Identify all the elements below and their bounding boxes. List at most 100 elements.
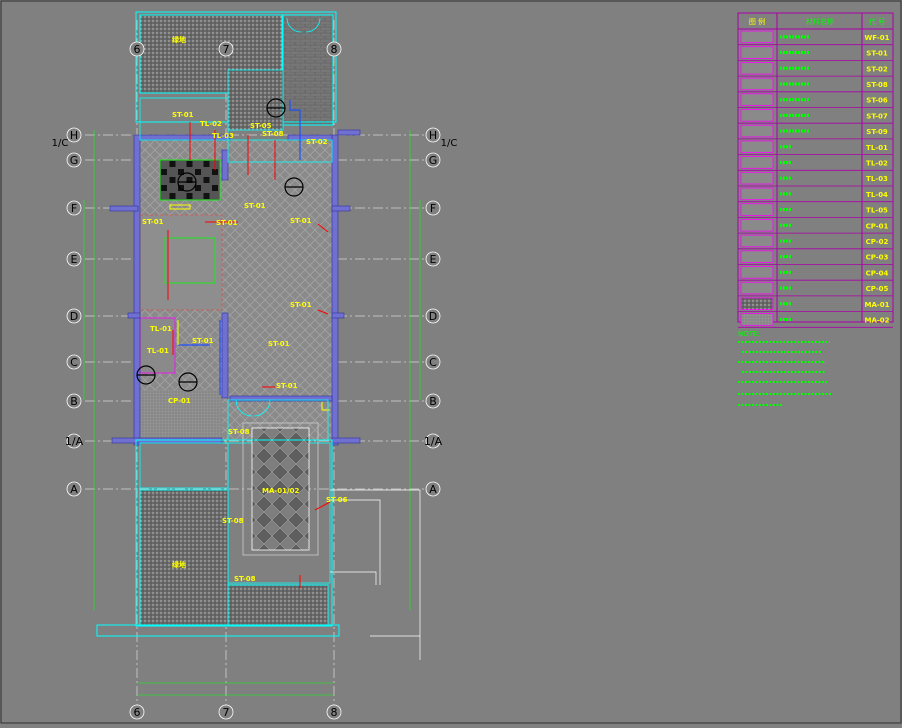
col-label-top-0: 6 xyxy=(134,43,141,56)
legend-row-10: TL-04 xyxy=(738,187,893,203)
legend-row-8: TL-02 xyxy=(738,156,893,171)
row-axis-left-5: D xyxy=(66,308,82,324)
col-label-top-2: 8 xyxy=(331,43,338,56)
col-axis-top-0: 6 xyxy=(129,41,145,57)
col-label-bottom-2: 8 xyxy=(331,706,338,719)
legend-row-3: ST-08 xyxy=(738,77,893,93)
row-axis-right-4: E xyxy=(425,251,441,267)
callout-st01-h: ST-01 xyxy=(192,337,214,345)
row-label-right-3: F xyxy=(430,202,436,215)
col-axis-bottom-0: 6 xyxy=(129,704,145,720)
legend-code: MA-02 xyxy=(864,316,889,324)
callout-cp01: CP-01 xyxy=(168,397,191,405)
notes-lines xyxy=(738,341,832,406)
legend-swatch xyxy=(740,297,774,310)
callout-st01-f: ST-01 xyxy=(290,301,312,309)
legend-code: WF-01 xyxy=(865,34,890,42)
legend-header-pattern: 图 例 xyxy=(749,17,765,26)
row-axis-right-6: C xyxy=(425,354,441,370)
row-label-left-7: B xyxy=(70,395,78,408)
callout-st05: ST-05 xyxy=(250,122,272,130)
legend-swatch xyxy=(740,203,774,216)
bottom-frame xyxy=(96,624,340,637)
legend-code: TL-02 xyxy=(866,159,888,167)
legend-code: TL-03 xyxy=(866,175,888,183)
bottom-yard-label: 绿地 xyxy=(172,560,186,569)
row-axis-left-3: F xyxy=(66,200,82,216)
row-axis-labels-left: H1/CG F E D C B 1/A A xyxy=(52,127,84,497)
legend-code: TL-05 xyxy=(866,207,888,215)
row-label-left-2: G xyxy=(70,154,79,167)
row-label-left-0: H xyxy=(70,129,78,142)
row-axis-right-5: D xyxy=(425,308,441,324)
legend-swatch xyxy=(740,250,774,263)
stair-zone xyxy=(139,214,223,311)
row-axis-left-8: 1/A xyxy=(65,433,84,449)
callout-tl02: TL-02 xyxy=(200,120,222,128)
callout-ma0102: MA-01/02 xyxy=(262,487,299,495)
callout-tl03: TL-03 xyxy=(212,132,234,140)
callout-st08-d: ST-08 xyxy=(234,575,256,583)
legend-swatch xyxy=(740,234,774,248)
callout-st01-e: ST-01 xyxy=(290,217,312,225)
legend-row-2: ST-02 xyxy=(738,62,893,77)
legend-code: ST-09 xyxy=(866,128,888,136)
callout-tl01-b: TL-01 xyxy=(147,347,169,355)
legend-row-11: TL-05 xyxy=(738,203,893,218)
row-axis-left-7: B xyxy=(66,393,82,409)
row-axis-left-1: 1/C xyxy=(52,138,69,149)
kitchen-tiles xyxy=(161,161,218,199)
col-label-top-1: 7 xyxy=(223,43,230,56)
row-axis-right-9: A xyxy=(425,481,441,497)
legend-code: TL-04 xyxy=(866,191,888,199)
callout-st01-i: ST-01 xyxy=(276,382,298,390)
col-axis-bottom-1: 7 xyxy=(218,704,234,720)
legend-swatch xyxy=(740,156,774,169)
notes-title: NOTE: xyxy=(738,330,760,338)
row-label-right-5: D xyxy=(429,310,437,323)
col-label-bottom-0: 6 xyxy=(134,706,141,719)
row-label-left-5: D xyxy=(70,310,78,323)
legend-row-15: CP-04 xyxy=(738,266,893,281)
callout-st02: ST-02 xyxy=(306,138,328,146)
row-axis-right-7: B xyxy=(425,393,441,409)
row-axis-left-4: E xyxy=(66,251,82,267)
column-axis-labels-bottom: 6 7 8 xyxy=(129,704,342,720)
legend-header-code: 代 号 xyxy=(869,17,885,26)
svg-text:1/C: 1/C xyxy=(52,138,69,149)
legend-row-17: MA-01 xyxy=(738,297,893,313)
legend-swatch xyxy=(740,46,774,59)
callout-st08-b: ST-08 xyxy=(228,428,250,436)
legend-row-14: CP-03 xyxy=(738,250,893,265)
legend-code: CP-04 xyxy=(866,269,889,277)
legend-swatch xyxy=(740,313,774,326)
col-axis-top-2: 8 xyxy=(326,41,342,57)
legend-code: ST-01 xyxy=(866,50,888,58)
callout-st01-c: ST-01 xyxy=(216,219,238,227)
legend-row-0: WF-01 xyxy=(738,30,893,46)
floor-plan: 绿地 绿地 ST-01 TL-02 TL-03 ST-05 ST-08 ST-0… xyxy=(0,0,902,724)
legend-row-12: CP-01 xyxy=(738,218,893,234)
row-label-left-3: F xyxy=(71,202,77,215)
legend-row-16: CP-05 xyxy=(738,281,893,297)
legend-swatch xyxy=(740,77,774,91)
legend-row-7: TL-01 xyxy=(738,140,893,156)
legend-code: CP-03 xyxy=(866,254,889,262)
row-label-right-4: E xyxy=(430,253,437,266)
row-axis-right-2: G xyxy=(425,152,441,168)
legend-row-13: CP-02 xyxy=(738,234,893,250)
callout-st08-a: ST-08 xyxy=(262,130,284,138)
row-axis-left-9: A xyxy=(66,481,82,497)
legend-code: CP-05 xyxy=(866,285,889,293)
legend-row-1: ST-01 xyxy=(738,46,893,61)
row-label-right-9: A xyxy=(429,483,437,496)
legend-row-18: MA-02 xyxy=(738,313,893,328)
row-axis-left-0: H xyxy=(66,127,82,143)
legend-swatch xyxy=(740,266,774,279)
legend-swatch xyxy=(740,218,774,232)
cad-drawing: 绿地 绿地 ST-01 TL-02 TL-03 ST-05 ST-08 ST-0… xyxy=(0,0,902,724)
row-label-right-8: 1/A xyxy=(424,435,443,448)
row-label-right-6: C xyxy=(429,356,437,369)
row-axis-right-8: 1/A xyxy=(424,433,443,449)
legend-code: CP-01 xyxy=(866,222,889,230)
